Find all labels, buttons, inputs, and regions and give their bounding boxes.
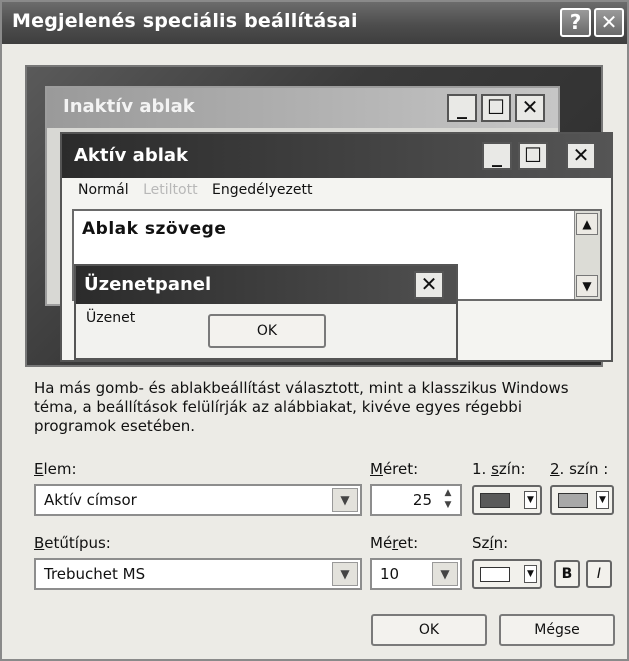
preview-menu-bar: Normál Letiltott Engedélyezett	[78, 182, 322, 198]
color2-label-accel: 2	[550, 460, 560, 478]
color2-swatch	[558, 493, 588, 508]
color1-button[interactable]: ▼	[472, 485, 542, 515]
spinner-icon[interactable]: ▲ ▼	[438, 487, 458, 513]
font-size-label-pre: Mé	[370, 534, 393, 552]
font-select-value: Trebuchet MS	[44, 565, 146, 583]
font-color-swatch	[480, 567, 510, 582]
item-size-label: Méret:	[370, 460, 418, 478]
item-size-value: 25	[412, 491, 432, 509]
font-label-rest: etűtípus:	[44, 534, 111, 552]
appearance-dialog: Megjelenés speciális beállításai ? ✕ Ina…	[0, 0, 629, 661]
active-window-caption[interactable]: Aktív ablak _ ☐ ✕	[62, 134, 611, 178]
scroll-up-icon[interactable]: ▲	[576, 213, 598, 235]
item-size-label-accel: M	[370, 460, 383, 478]
title-bar[interactable]: Megjelenés speciális beállításai ? ✕	[2, 2, 627, 44]
font-select[interactable]: Trebuchet MS ▼	[34, 558, 362, 590]
color1-label-rest: zín:	[498, 460, 526, 478]
inactive-window-caption[interactable]: Inaktív ablak _ ☐ ✕	[47, 88, 558, 128]
color1-label-accel: s	[491, 460, 499, 478]
item-label: Elem:	[34, 460, 77, 478]
active-minimize-icon[interactable]: _	[482, 142, 512, 170]
chevron-down-icon: ▼	[524, 565, 537, 583]
font-color-button[interactable]: ▼	[472, 559, 542, 589]
chevron-down-icon[interactable]: ▼	[432, 562, 458, 586]
ok-button[interactable]: OK	[371, 614, 487, 646]
inactive-close-icon[interactable]: ✕	[515, 94, 545, 122]
inactive-window-title: Inaktív ablak	[63, 96, 195, 117]
bold-button[interactable]: B	[554, 560, 580, 588]
item-size-label-rest: éret:	[382, 460, 419, 478]
active-window-title: Aktív ablak	[74, 145, 188, 166]
color1-label: 1. szín:	[472, 460, 526, 478]
window-text: Ablak szövege	[82, 219, 227, 239]
font-size-value: 10	[380, 565, 400, 583]
color2-label: 2. szín :	[550, 460, 608, 478]
message-panel-caption[interactable]: Üzenetpanel ✕	[76, 266, 456, 304]
inactive-maximize-icon[interactable]: ☐	[481, 94, 511, 122]
active-close-icon[interactable]: ✕	[566, 142, 596, 170]
color2-button[interactable]: ▼	[550, 485, 614, 515]
item-select-value: Aktív címsor	[44, 491, 137, 509]
menu-selected[interactable]: Engedélyezett	[212, 182, 312, 198]
font-size-label-rest: et:	[398, 534, 419, 552]
font-label-accel: B	[34, 534, 45, 552]
font-size-select[interactable]: 10 ▼	[370, 558, 462, 590]
font-color-label-pre: Sz	[472, 534, 490, 552]
preview-scrollbar[interactable]: ▲ ▼	[574, 211, 600, 299]
message-panel-title: Üzenetpanel	[84, 274, 212, 295]
font-label: Betűtípus:	[34, 534, 111, 552]
close-button[interactable]: ✕	[594, 8, 624, 37]
menu-disabled[interactable]: Letiltott	[143, 182, 197, 198]
inactive-minimize-icon[interactable]: _	[447, 94, 477, 122]
menu-normal[interactable]: Normál	[78, 182, 129, 198]
description-text: Ha más gomb- és ablakbeállítást választo…	[34, 379, 569, 435]
font-color-label-rest: n:	[493, 534, 509, 552]
color1-label-pre: 1.	[472, 460, 492, 478]
chevron-down-icon: ▼	[596, 491, 609, 509]
dialog-title: Megjelenés speciális beállításai	[12, 10, 358, 32]
font-size-label: Méret:	[370, 534, 418, 552]
color2-label-rest: . szín :	[559, 460, 609, 478]
cancel-button[interactable]: Mégse	[499, 614, 615, 646]
scroll-down-icon[interactable]: ▼	[576, 275, 598, 297]
color1-swatch	[480, 493, 510, 508]
item-select[interactable]: Aktív címsor ▼	[34, 484, 362, 516]
preview-ok-button[interactable]: OK	[208, 314, 326, 348]
chevron-down-icon[interactable]: ▼	[332, 562, 358, 586]
help-button[interactable]: ?	[560, 8, 591, 37]
chevron-down-icon[interactable]: ▼	[332, 488, 358, 512]
item-size-spinner[interactable]: 25 ▲ ▼	[370, 484, 462, 516]
message-text: Üzenet	[86, 310, 136, 326]
font-color-label: Szín:	[472, 534, 508, 552]
italic-button[interactable]: I	[586, 560, 612, 588]
chevron-down-icon: ▼	[524, 491, 537, 509]
item-label-rest: lem:	[43, 460, 77, 478]
active-maximize-icon[interactable]: ☐	[518, 142, 548, 170]
message-close-icon[interactable]: ✕	[414, 271, 444, 299]
preview-message-panel[interactable]: Üzenetpanel ✕ Üzenet OK	[74, 264, 458, 360]
